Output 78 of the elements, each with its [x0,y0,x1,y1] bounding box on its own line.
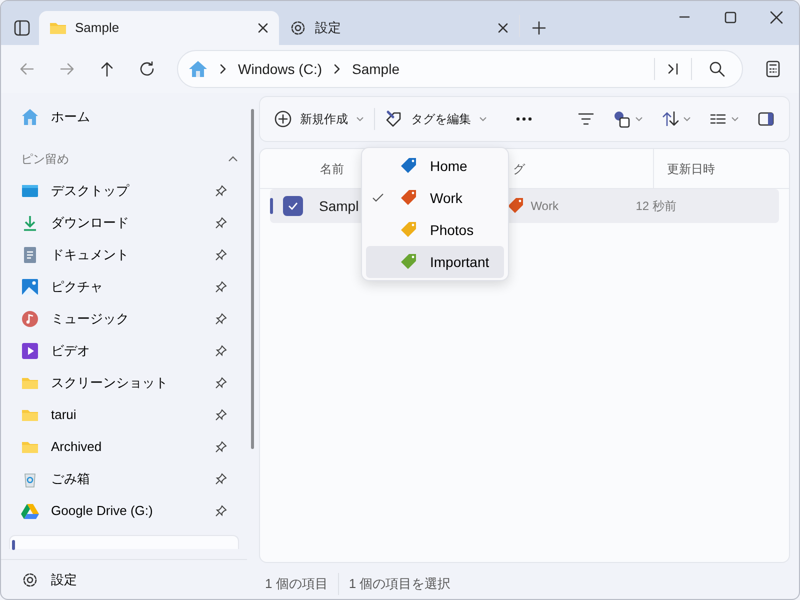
close-icon[interactable] [768,10,784,24]
home-icon [21,108,39,126]
settings-icon [21,570,39,588]
sidebar-item[interactable]: Archived [1,431,247,463]
sidebar-item[interactable]: tarui [1,399,247,431]
caret-icon [635,115,643,123]
new-tab-icon[interactable] [532,21,546,35]
pin-icon [215,281,227,293]
check-icon [287,200,299,212]
chevron-icon [218,63,228,75]
thumbnail-icon[interactable] [613,110,631,128]
picture-icon [21,278,39,296]
sidebar-item[interactable]: デスクトップ [1,175,247,207]
menu-item[interactable]: Home [366,150,504,182]
scrollbar[interactable] [251,109,254,449]
video-icon [21,342,39,360]
pin-icon [215,473,227,485]
tab[interactable]: Sample [39,11,279,45]
search-icon[interactable] [708,60,726,78]
more-icon[interactable] [515,116,533,122]
document-icon [21,246,39,264]
new-button[interactable]: 新規作成 [266,102,372,136]
status-text: 1 個の項目を選択 [348,575,451,594]
details-pane-icon[interactable] [757,110,775,128]
pin-icon [215,313,227,325]
pin-icon [215,217,227,229]
column-header[interactable]: 更新日時 [667,160,715,178]
pin-icon [215,185,227,197]
chevron-icon [332,63,342,75]
section-header: ピン留め [21,151,70,168]
address-bar[interactable]: Windows (C:) Sample [177,50,743,88]
sidebar-item[interactable]: ビデオ [1,335,247,367]
column-header[interactable]: グ [513,160,653,178]
check-icon [372,192,384,204]
tag-label: Work [530,198,560,215]
sidebar-item[interactable]: Google Drive (G:) [1,495,247,527]
close-icon[interactable] [257,22,269,34]
close-icon[interactable] [497,22,509,34]
modified-date: 12 秒前 [636,198,676,215]
caret-icon [356,115,364,123]
checkbox[interactable] [283,196,303,216]
sidebar-item[interactable]: ダウンロード [1,207,247,239]
sidebar-item[interactable]: ミュージック [1,303,247,335]
calculator-icon[interactable] [764,60,782,78]
menu-item[interactable]: Important [366,246,504,278]
sidebar-item[interactable]: スクリーンショット [1,367,247,399]
sidebar-item[interactable]: ピクチャ [1,271,247,303]
pin-icon [215,345,227,357]
tag-icon [385,110,403,128]
caret-icon [479,115,487,123]
pin-icon [215,441,227,453]
music-icon [21,310,39,328]
maximize-icon[interactable] [722,10,738,24]
breadcrumb[interactable]: Windows (C:) [238,58,322,80]
pin-icon [215,409,227,421]
refresh-icon[interactable] [138,60,156,78]
download-icon [21,214,39,232]
desktop-icon [21,182,39,200]
breadcrumb[interactable]: Sample [352,58,400,80]
pin-icon [215,249,227,261]
add-icon [274,110,292,128]
home-icon [188,59,208,79]
tab[interactable]: 設定 [279,11,519,45]
settings-item[interactable]: 設定 [1,559,247,599]
tab-overview-icon [13,19,31,37]
settings-icon [289,19,307,37]
pin-icon [215,377,227,389]
status-text: 1 個の項目 [265,575,328,594]
caret-icon [731,115,739,123]
sidebar-item[interactable]: ドキュメント [1,239,247,271]
sort-icon[interactable] [661,110,679,128]
drive-icon [21,502,39,520]
file-name: Sampl [319,196,359,216]
sidebar-item[interactable]: ごみ箱 [1,463,247,495]
sidebar-item[interactable]: ホーム [1,101,247,133]
pin-icon [215,505,227,517]
edit-tags-button[interactable]: タグを編集 [377,102,495,136]
caret-icon [683,115,691,123]
